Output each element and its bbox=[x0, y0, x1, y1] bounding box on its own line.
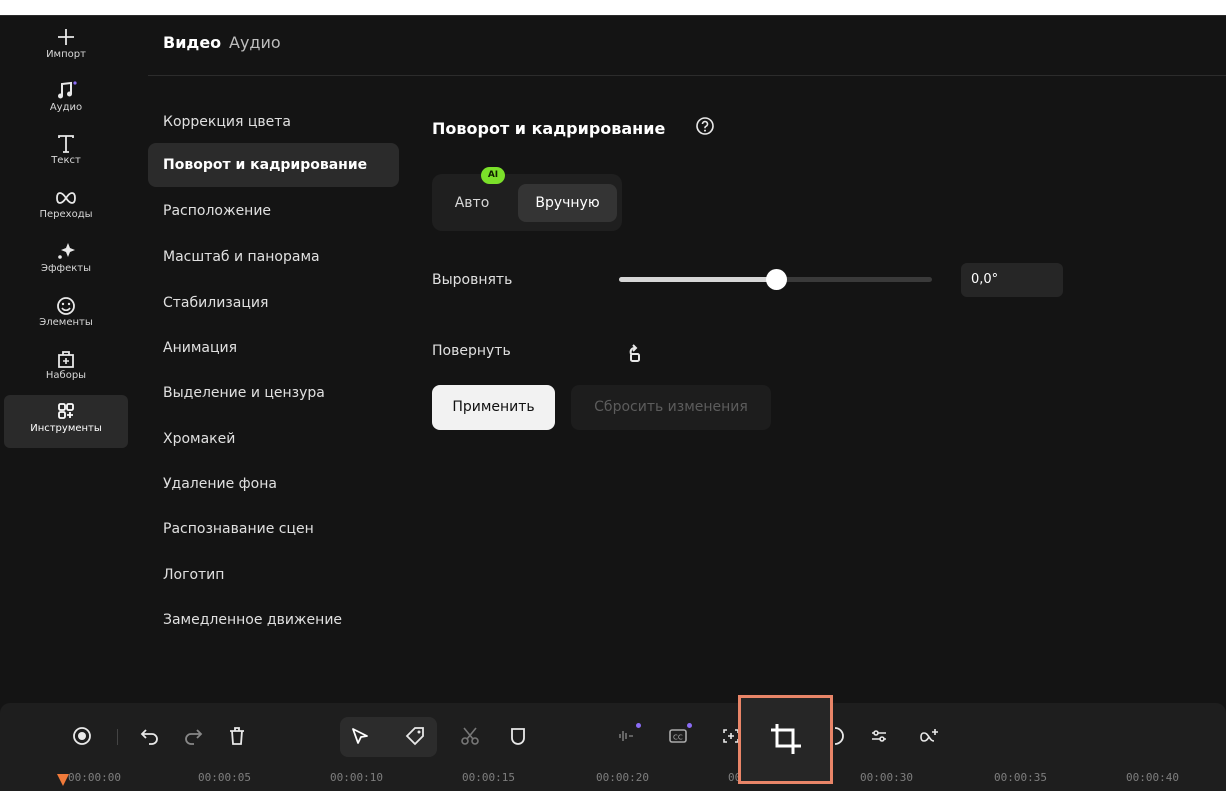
menu-item-slow-motion[interactable]: Замедленное движение bbox=[148, 598, 399, 642]
delete-button[interactable] bbox=[222, 721, 252, 751]
music-note-icon bbox=[58, 81, 77, 99]
reset-button[interactable]: Сбросить изменения bbox=[571, 385, 771, 430]
sidebar-item-label: Эффекты bbox=[41, 263, 91, 274]
bag-icon bbox=[58, 351, 74, 368]
split-button[interactable] bbox=[455, 721, 485, 751]
transition-tool-button[interactable] bbox=[914, 721, 944, 751]
trash-icon bbox=[230, 727, 244, 745]
timeline-toolbar: CC 00:00:00 00:00:05 00:00:10 00:00:15 0… bbox=[0, 703, 1226, 791]
scissors-icon bbox=[461, 727, 479, 745]
top-border bbox=[0, 15, 1226, 16]
sliders-icon bbox=[872, 730, 886, 742]
menu-item-pan-zoom[interactable]: Масштаб и панорама bbox=[148, 235, 399, 279]
sidebar-item-audio[interactable]: Аудио bbox=[4, 80, 128, 120]
align-value-input[interactable]: 0,0° bbox=[961, 263, 1063, 297]
tag-icon bbox=[405, 727, 424, 746]
menu-item-logo[interactable]: Логотип bbox=[148, 553, 399, 597]
timeline-tick: 00:00:00 bbox=[68, 771, 121, 784]
sidebar-item-label: Импорт bbox=[46, 49, 86, 60]
shield-icon bbox=[511, 728, 525, 745]
crop-icon bbox=[771, 724, 801, 754]
sidebar-item-label: Наборы bbox=[45, 370, 87, 381]
cc-icon: CC bbox=[669, 729, 687, 743]
toolbar-divider bbox=[117, 729, 118, 745]
align-label: Выровнять bbox=[432, 272, 513, 288]
rotate-icon[interactable] bbox=[622, 342, 648, 368]
adjust-button[interactable] bbox=[864, 721, 894, 751]
sidebar-item-elements[interactable]: Элементы bbox=[4, 295, 128, 335]
timeline-tick: 00:00:35 bbox=[994, 771, 1047, 784]
plus-icon bbox=[58, 29, 74, 45]
audio-detect-button[interactable] bbox=[612, 721, 642, 751]
menu-item-animation[interactable]: Анимация bbox=[148, 326, 399, 370]
menu-item-color-correction[interactable]: Коррекция цвета bbox=[148, 100, 399, 144]
notification-dot bbox=[687, 723, 692, 728]
cursor-icon bbox=[352, 728, 368, 744]
sidebar-item-kits[interactable]: Наборы bbox=[4, 348, 128, 388]
sidebar-item-label: Переходы bbox=[39, 209, 93, 220]
undo-icon bbox=[140, 729, 158, 745]
tab-divider bbox=[148, 75, 1226, 76]
undo-button[interactable] bbox=[135, 721, 165, 751]
sidebar-item-effects[interactable]: Эффекты bbox=[4, 241, 128, 281]
notification-dot bbox=[636, 723, 641, 728]
sidebar-item-import[interactable]: Импорт bbox=[4, 27, 128, 67]
align-slider-knob[interactable] bbox=[765, 269, 787, 290]
redo-button[interactable] bbox=[178, 721, 208, 751]
left-sidebar: Импорт Аудио Текст Переходы Эффекты Элем… bbox=[0, 15, 138, 475]
mode-manual-button[interactable]: Вручную bbox=[518, 184, 617, 222]
timeline-tick: 00:00:15 bbox=[462, 771, 515, 784]
svg-text:CC: CC bbox=[673, 734, 683, 742]
sidebar-item-label: Элементы bbox=[39, 317, 93, 328]
smiley-icon bbox=[57, 297, 75, 315]
captions-button[interactable]: CC bbox=[663, 721, 693, 751]
rotate-label: Повернуть bbox=[432, 343, 511, 359]
sparkle-icon bbox=[58, 243, 75, 259]
menu-item-position[interactable]: Расположение bbox=[148, 189, 399, 233]
mode-toggle: Авто AI Вручную bbox=[432, 167, 622, 231]
menu-item-scene-detection[interactable]: Распознавание сцен bbox=[148, 507, 399, 551]
transition-icon bbox=[56, 192, 76, 204]
timeline-tick: 00:00:20 bbox=[596, 771, 649, 784]
timeline-tick: 00:00:10 bbox=[330, 771, 383, 784]
timeline-ruler[interactable]: 00:00:00 00:00:05 00:00:10 00:00:15 00:0… bbox=[0, 761, 1226, 791]
align-slider-fill bbox=[619, 277, 776, 282]
tab-video[interactable]: Видео bbox=[163, 33, 221, 52]
rotate-crop-panel: Поворот и кадрирование Авто AI Вручную В… bbox=[432, 115, 1132, 455]
menu-item-chroma-key[interactable]: Хромакей bbox=[148, 417, 399, 461]
sidebar-item-label: Аудио bbox=[49, 102, 83, 113]
apply-button[interactable]: Применить bbox=[432, 385, 555, 430]
menu-item-background-removal[interactable]: Удаление фона bbox=[148, 462, 399, 506]
menu-item-highlight-censor[interactable]: Выделение и цензура bbox=[148, 371, 399, 415]
record-icon bbox=[73, 727, 91, 745]
menu-item-rotate-crop[interactable]: Поворот и кадрирование bbox=[148, 143, 399, 187]
sidebar-item-transitions[interactable]: Переходы bbox=[4, 187, 128, 227]
waveform-icon bbox=[619, 731, 633, 741]
redo-icon bbox=[185, 729, 203, 745]
timeline-tick: 00:00:40 bbox=[1126, 771, 1179, 784]
sidebar-item-label: Инструменты bbox=[30, 423, 102, 434]
align-slider[interactable] bbox=[619, 269, 932, 290]
ai-badge: AI bbox=[481, 167, 505, 184]
sidebar-item-text[interactable]: Текст bbox=[4, 133, 128, 173]
sidebar-item-tools[interactable]: Инструменты bbox=[4, 395, 128, 448]
text-icon bbox=[58, 135, 74, 153]
mode-auto-button[interactable]: Авто bbox=[440, 184, 504, 222]
tab-audio[interactable]: Аудио bbox=[229, 33, 281, 52]
timeline-tick: 00:00:30 bbox=[860, 771, 913, 784]
help-icon[interactable] bbox=[695, 116, 715, 136]
tools-grid-icon bbox=[58, 403, 74, 419]
panel-title: Поворот и кадрирование bbox=[432, 119, 666, 138]
crop-button[interactable] bbox=[738, 695, 833, 784]
marker-tool-button[interactable] bbox=[400, 721, 430, 751]
menu-item-stabilization[interactable]: Стабилизация bbox=[148, 281, 399, 325]
mask-button[interactable] bbox=[503, 721, 533, 751]
record-button[interactable] bbox=[67, 721, 97, 751]
infinity-plus-icon bbox=[920, 729, 938, 742]
timeline-tick: 00:00:05 bbox=[198, 771, 251, 784]
sidebar-item-label: Текст bbox=[51, 155, 81, 166]
mode-auto-label: Авто bbox=[454, 195, 490, 211]
select-tool-button[interactable] bbox=[345, 721, 375, 751]
editor-window: Импорт Аудио Текст Переходы Эффекты Элем… bbox=[0, 15, 1226, 791]
